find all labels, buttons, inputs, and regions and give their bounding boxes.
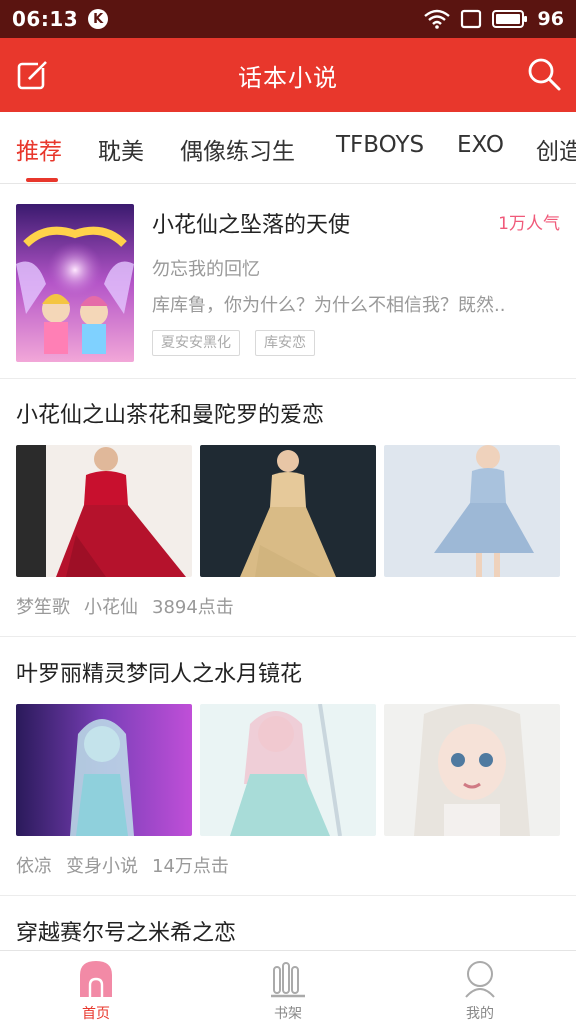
story-category[interactable]: 小花仙 [84,593,138,619]
battery-level: 96 [537,8,564,30]
tab-danmei[interactable]: 耽美 [98,132,144,166]
author-name[interactable]: 依凉 [16,852,52,878]
status-bar: 06:13 K 96 [0,0,576,38]
author-name[interactable]: 勿忘我的回忆 [152,255,260,281]
edit-icon[interactable] [16,58,50,92]
nav-bookshelf[interactable]: 书架 [243,959,333,1023]
nav-profile[interactable]: 我的 [435,959,525,1023]
app-header: 话本小说 [0,38,576,112]
bottom-navigation: 首页 书架 我的 [0,950,576,1024]
story-title[interactable]: 穿越赛尔号之米希之恋 [16,915,236,947]
story-card[interactable]: 小花仙之山茶花和曼陀罗的爱恋 梦笙歌 小花仙 3894点击 [0,379,576,637]
nav-label: 首页 [82,1006,110,1022]
story-image [200,704,376,836]
story-card[interactable]: 穿越赛尔号之米希之恋 [0,897,576,957]
click-count: 14万点击 [152,856,229,877]
screen-icon [460,9,481,29]
story-title[interactable]: 叶罗丽精灵梦同人之水月镜花 [16,656,302,688]
battery-icon [491,10,527,28]
popularity-count: 1万人气 [498,214,560,234]
story-image [384,704,560,836]
story-title[interactable]: 小花仙之山茶花和曼陀罗的爱恋 [16,397,324,429]
tab-recommend[interactable]: 推荐 [16,132,62,166]
tab-idol-trainee[interactable]: 偶像练习生 [180,132,295,166]
bookshelf-icon [271,962,305,998]
status-time: 06:13 [12,7,79,31]
active-tab-indicator [26,178,58,182]
story-meta: 梦笙歌 小花仙 3894点击 [16,593,234,619]
tab-exo[interactable]: EXO [457,132,504,158]
author-name[interactable]: 梦笙歌 [16,593,70,619]
home-icon [80,961,112,997]
story-image [200,445,376,577]
book-cover-image [16,204,134,362]
story-meta: 依凉 变身小说 14万点击 [16,852,229,878]
k-badge-icon: K [88,9,109,29]
category-tabs: 推荐 耽美 偶像练习生 TFBOYS EXO 创造 [0,112,576,184]
story-image [16,704,192,836]
story-image [384,445,560,577]
tab-tfboys[interactable]: TFBOYS [336,132,424,158]
click-count: 3894点击 [152,597,234,618]
profile-icon [465,961,495,998]
tab-create[interactable]: 创造 [536,132,576,166]
book-title[interactable]: 小花仙之坠落的天使 [152,207,350,239]
nav-home[interactable]: 首页 [51,959,141,1023]
story-image [16,445,192,577]
search-icon[interactable] [526,56,562,92]
wifi-icon [423,9,450,29]
story-card[interactable]: 叶罗丽精灵梦同人之水月镜花 依凉 变身小说 14万点击 [0,638,576,896]
featured-story-card[interactable]: 小花仙之坠落的天使 1万人气 勿忘我的回忆 库库鲁，你为什么？为什么不相信我？既… [0,185,576,379]
tag-chip[interactable]: 夏安安黑化 [152,330,240,356]
tag-chip[interactable]: 库安恋 [255,330,315,356]
nav-label: 书架 [274,1006,302,1022]
nav-label: 我的 [466,1006,494,1022]
book-description: 库库鲁，你为什么？为什么不相信我？既然.. [152,295,506,316]
page-title: 话本小说 [238,63,338,92]
story-category[interactable]: 变身小说 [66,852,138,878]
